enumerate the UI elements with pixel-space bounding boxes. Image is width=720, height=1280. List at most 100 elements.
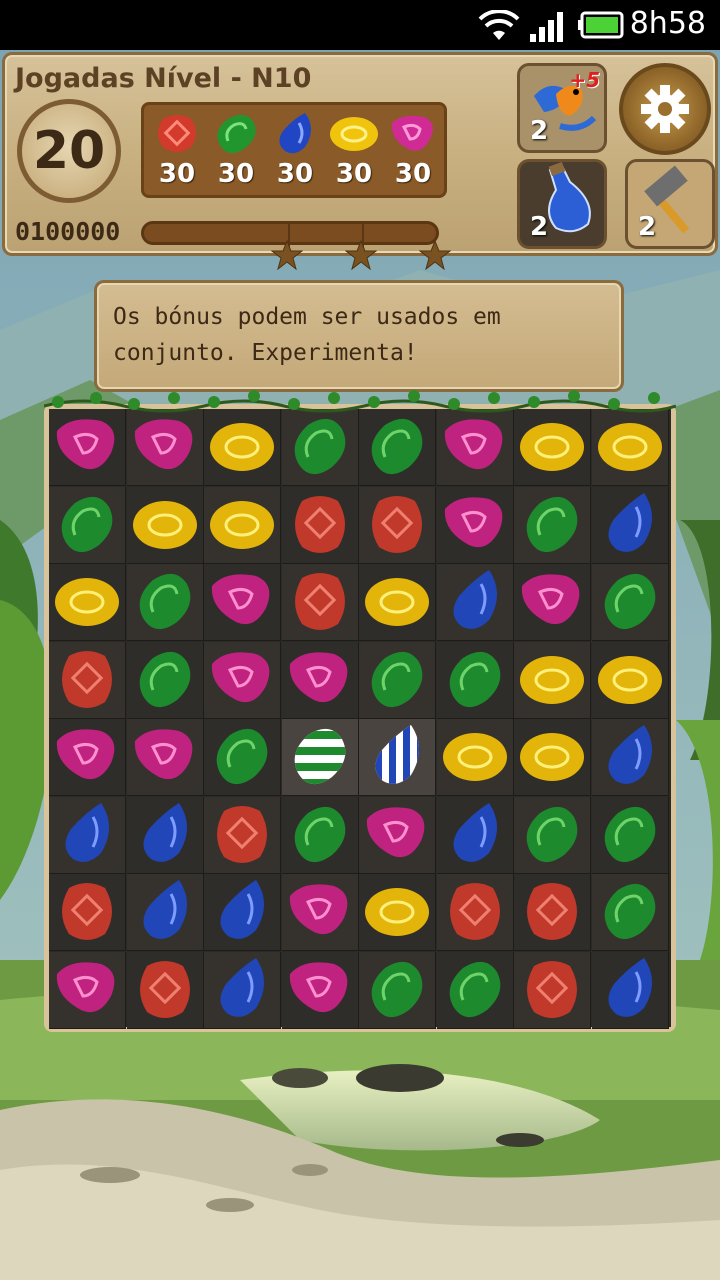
potion-booster-button[interactable]: 2 — [517, 159, 607, 249]
magenta-gem-icon — [366, 806, 425, 857]
board-cell[interactable] — [514, 951, 591, 1029]
red-gem-icon — [217, 805, 267, 863]
board-cell[interactable] — [126, 641, 204, 719]
red-gem-icon — [62, 883, 112, 940]
board-cell[interactable] — [126, 409, 204, 486]
board-cell[interactable] — [281, 641, 359, 719]
board-cell[interactable] — [591, 564, 669, 641]
board-cell[interactable] — [436, 719, 514, 796]
board-cell[interactable] — [204, 796, 281, 874]
board-cell[interactable] — [204, 874, 281, 951]
board-cell[interactable] — [514, 874, 591, 951]
board-cell[interactable] — [591, 719, 669, 796]
green-gem-icon — [216, 728, 268, 785]
score: 0100000 — [15, 217, 121, 246]
status-bar: 8h58 — [0, 0, 720, 50]
board-cell[interactable] — [436, 874, 514, 951]
board-cell[interactable] — [49, 564, 126, 641]
board-cell[interactable] — [514, 564, 591, 641]
target-yellow: 30 — [325, 111, 383, 189]
extra-moves-booster-button[interactable]: +5 2 — [517, 63, 607, 153]
magenta-gem-icon — [134, 729, 192, 780]
blue-gem-icon — [142, 880, 187, 939]
yellow-gem-icon — [597, 423, 662, 471]
board-cell[interactable] — [204, 409, 281, 486]
board-cell[interactable] — [591, 874, 669, 951]
hammer-booster-button[interactable]: 2 — [625, 159, 715, 249]
board-cell[interactable] — [49, 796, 126, 874]
board-cell[interactable] — [436, 409, 514, 486]
red-gem-icon — [449, 883, 500, 940]
magenta-gem-icon — [289, 651, 347, 702]
board-cell[interactable] — [281, 874, 359, 951]
board-cell[interactable] — [281, 951, 359, 1029]
board-cell[interactable] — [126, 486, 204, 564]
board-cell[interactable] — [126, 874, 204, 951]
board-cell[interactable] — [514, 641, 591, 719]
board-cell[interactable] — [49, 486, 126, 564]
board-cell[interactable] — [514, 409, 591, 486]
magenta-gem-icon — [211, 651, 270, 702]
signal-icon — [530, 12, 563, 42]
board-cell[interactable] — [359, 719, 436, 796]
board-cell[interactable] — [591, 951, 669, 1029]
board-cell[interactable] — [359, 486, 436, 564]
board-cell[interactable] — [204, 719, 281, 796]
red-gem-icon — [294, 573, 345, 630]
board-cell[interactable] — [514, 486, 591, 564]
board-cell[interactable] — [204, 641, 281, 719]
magenta-gem-icon — [134, 419, 192, 470]
board-cell[interactable] — [49, 641, 126, 719]
board-cell[interactable] — [359, 874, 436, 951]
board-cell[interactable] — [281, 486, 359, 564]
board-cell[interactable] — [359, 951, 436, 1029]
red-gem-icon — [62, 650, 112, 708]
board-cell[interactable] — [126, 951, 204, 1029]
board-cell[interactable] — [514, 796, 591, 874]
board-cell[interactable] — [281, 796, 359, 874]
green-gem-icon — [294, 806, 345, 862]
yellow-gem-icon — [520, 733, 584, 781]
board-cell[interactable] — [514, 719, 591, 796]
board-cell[interactable] — [436, 951, 514, 1029]
board-cell[interactable] — [281, 564, 359, 641]
board-cell[interactable] — [436, 796, 514, 874]
board-cell[interactable] — [126, 564, 204, 641]
red-gem-icon — [527, 960, 577, 1018]
board-cell[interactable] — [49, 719, 126, 796]
settings-button[interactable] — [619, 63, 711, 155]
wifi-icon — [478, 10, 520, 40]
board-cell[interactable] — [204, 564, 281, 641]
board-cell[interactable] — [281, 719, 359, 796]
green-gem-icon — [604, 883, 655, 940]
star-3-icon — [419, 240, 451, 270]
board-cell[interactable] — [359, 796, 436, 874]
board-cell[interactable] — [436, 641, 514, 719]
blue-gem-icon — [607, 492, 652, 552]
board-cell[interactable] — [126, 719, 204, 796]
board-cell[interactable] — [49, 409, 126, 486]
green-gem-icon — [371, 418, 423, 475]
board-cell[interactable] — [436, 564, 514, 641]
green-gem-icon — [449, 651, 500, 707]
board-cell[interactable] — [359, 409, 436, 486]
yellow-gem-icon — [442, 733, 507, 781]
board-cell[interactable] — [359, 641, 436, 719]
target-yellow-count: 30 — [335, 159, 373, 189]
board-cell[interactable] — [204, 486, 281, 564]
board-cell[interactable] — [436, 486, 514, 564]
board-cell[interactable] — [591, 409, 669, 486]
board-cell[interactable] — [359, 564, 436, 641]
board-cell[interactable] — [126, 796, 204, 874]
green-gem-icon — [526, 806, 578, 862]
board-cell[interactable] — [591, 486, 669, 564]
green-gem-icon — [371, 651, 423, 707]
board-cell[interactable] — [591, 641, 669, 719]
board-cell[interactable] — [204, 951, 281, 1029]
board-cell[interactable] — [49, 951, 126, 1029]
board-cell[interactable] — [591, 796, 669, 874]
board-cell[interactable] — [281, 409, 359, 486]
board-cell[interactable] — [49, 874, 126, 951]
tip-text: Os bónus podem ser usados em conjunto. E… — [113, 304, 501, 366]
blue-gem-icon — [220, 957, 264, 1017]
